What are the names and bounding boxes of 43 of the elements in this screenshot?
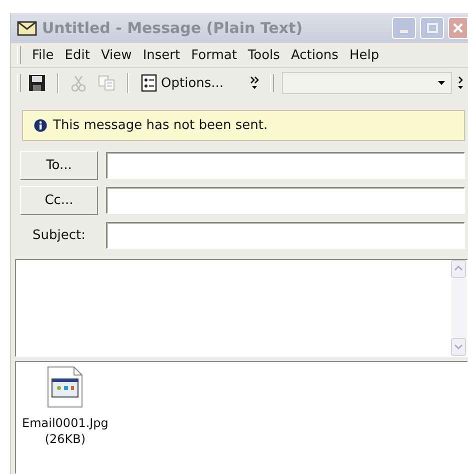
info-icon [34,119,47,132]
toolbar-grip[interactable] [270,74,274,92]
field-label: Subject: [32,228,86,242]
minimize-icon [400,30,408,33]
input-field[interactable] [106,222,465,248]
chevron-icon[interactable] [250,76,260,90]
menu-item[interactable]: View [100,48,132,62]
input-field[interactable] [106,186,465,214]
address-button[interactable]: Cc... [20,186,98,214]
menu-item[interactable]: Edit [64,48,90,62]
image-file-icon[interactable] [47,366,84,408]
info-message: This message has not been sent. [53,118,268,133]
scrollbar[interactable] [451,260,467,356]
window-title: Untitled - Message (Plain Text) [42,19,303,37]
dropdown-arrow-icon [438,81,445,85]
input-field[interactable] [106,152,465,178]
envelope-icon [17,20,37,36]
attachment-name[interactable]: Email0001.Jpg [22,416,108,430]
options-button[interactable]: Options... [137,71,228,95]
chevron-icon[interactable] [458,76,464,90]
menu-item[interactable]: Help [349,48,380,62]
menu-item[interactable]: File [32,48,54,62]
toolbar-grip[interactable] [17,46,21,64]
copy-icon [98,74,116,92]
menu-item[interactable]: Insert [142,48,180,62]
close-button[interactable] [448,17,468,39]
close-icon [453,23,463,33]
toolbar-grip[interactable] [17,74,21,92]
maximize-button[interactable] [420,17,444,39]
minimize-button[interactable] [392,17,416,39]
address-button[interactable]: To... [20,150,98,180]
message-body-field[interactable] [15,259,468,357]
menu-item[interactable]: Format [191,48,237,62]
menu-item[interactable]: Actions [290,48,338,62]
options-icon [141,74,157,92]
scroll-up-icon[interactable] [451,260,466,278]
dropdown-field[interactable] [282,72,452,94]
scissors-icon [70,74,88,92]
maximize-icon [426,23,438,33]
save-icon [28,74,46,92]
attachment-size: (26KB) [44,432,86,446]
scroll-down-icon[interactable] [451,338,466,356]
menu-item[interactable]: Tools [248,48,280,62]
